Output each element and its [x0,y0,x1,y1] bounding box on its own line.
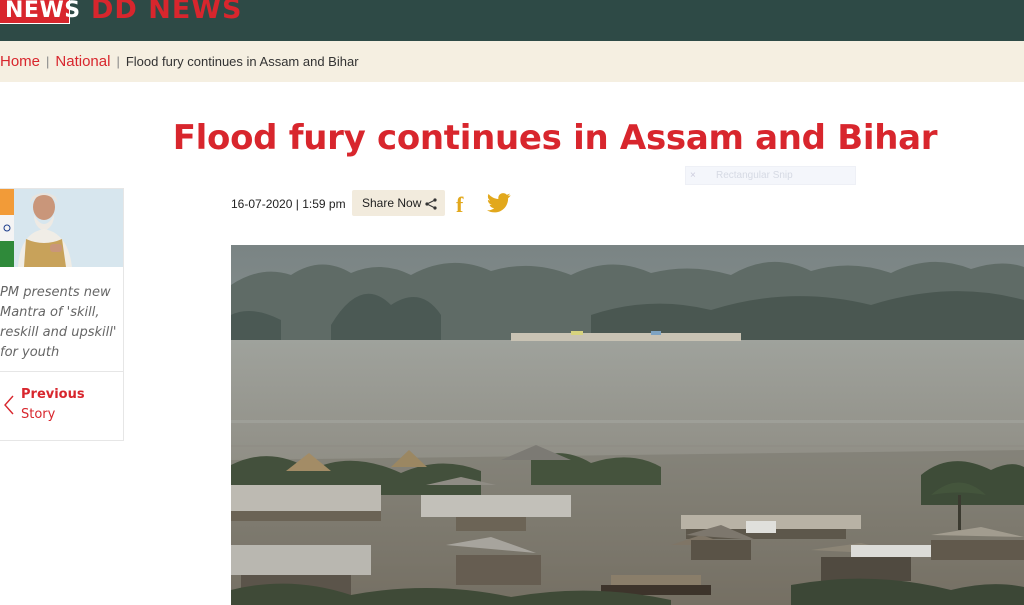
article-date: 16-07-2020 [231,197,293,211]
news-logo-text: NEWS [5,0,81,23]
twitter-icon[interactable] [487,193,511,213]
breadcrumb-separator: | [46,54,50,69]
flood-scene-image [231,245,1024,605]
article-meta: 16-07-2020 | 1:59 pm [231,197,346,211]
previous-story-link[interactable]: Previous Story [0,387,123,427]
news-logo[interactable]: NEWS [0,0,80,24]
share-now-label: Share Now [362,196,422,210]
snip-tooltip: × Rectangular Snip [685,166,856,185]
story-label: Story [21,407,56,422]
article-hero-image [231,245,1024,605]
article-title: Flood fury continues in Assam and Bihar [172,118,938,158]
share-now-button[interactable]: Share Now [352,190,445,216]
article-time: 1:59 pm [302,197,346,211]
snip-tooltip-label: Rectangular Snip [716,170,793,181]
pm-portrait-image [0,189,123,267]
breadcrumb-current: Flood fury continues in Assam and Bihar [125,54,359,69]
breadcrumb: Home | National | Flood fury continues in As… [0,53,359,70]
card-divider [0,371,123,372]
facebook-icon[interactable]: f [456,192,463,218]
breadcrumb-bar: Home | National | Flood fury continues in As… [0,41,1024,82]
related-story-card[interactable]: PM presents new Mantra of 'skill, reskil… [0,188,124,441]
previous-label: Previous [21,387,85,402]
breadcrumb-national-link[interactable]: National [55,53,110,70]
share-icon [425,198,437,210]
breadcrumb-home-link[interactable]: Home [0,53,40,70]
close-icon[interactable]: × [690,170,696,181]
breadcrumb-separator: | [116,54,120,69]
site-header: NEWS DD NEWS [0,0,1024,41]
brand-title[interactable]: DD NEWS [91,0,243,25]
related-story-image[interactable] [0,189,123,267]
related-story-text[interactable]: PM presents new Mantra of 'skill, reskil… [0,283,118,363]
meta-separator: | [295,197,299,211]
chevron-left-icon [4,395,14,415]
